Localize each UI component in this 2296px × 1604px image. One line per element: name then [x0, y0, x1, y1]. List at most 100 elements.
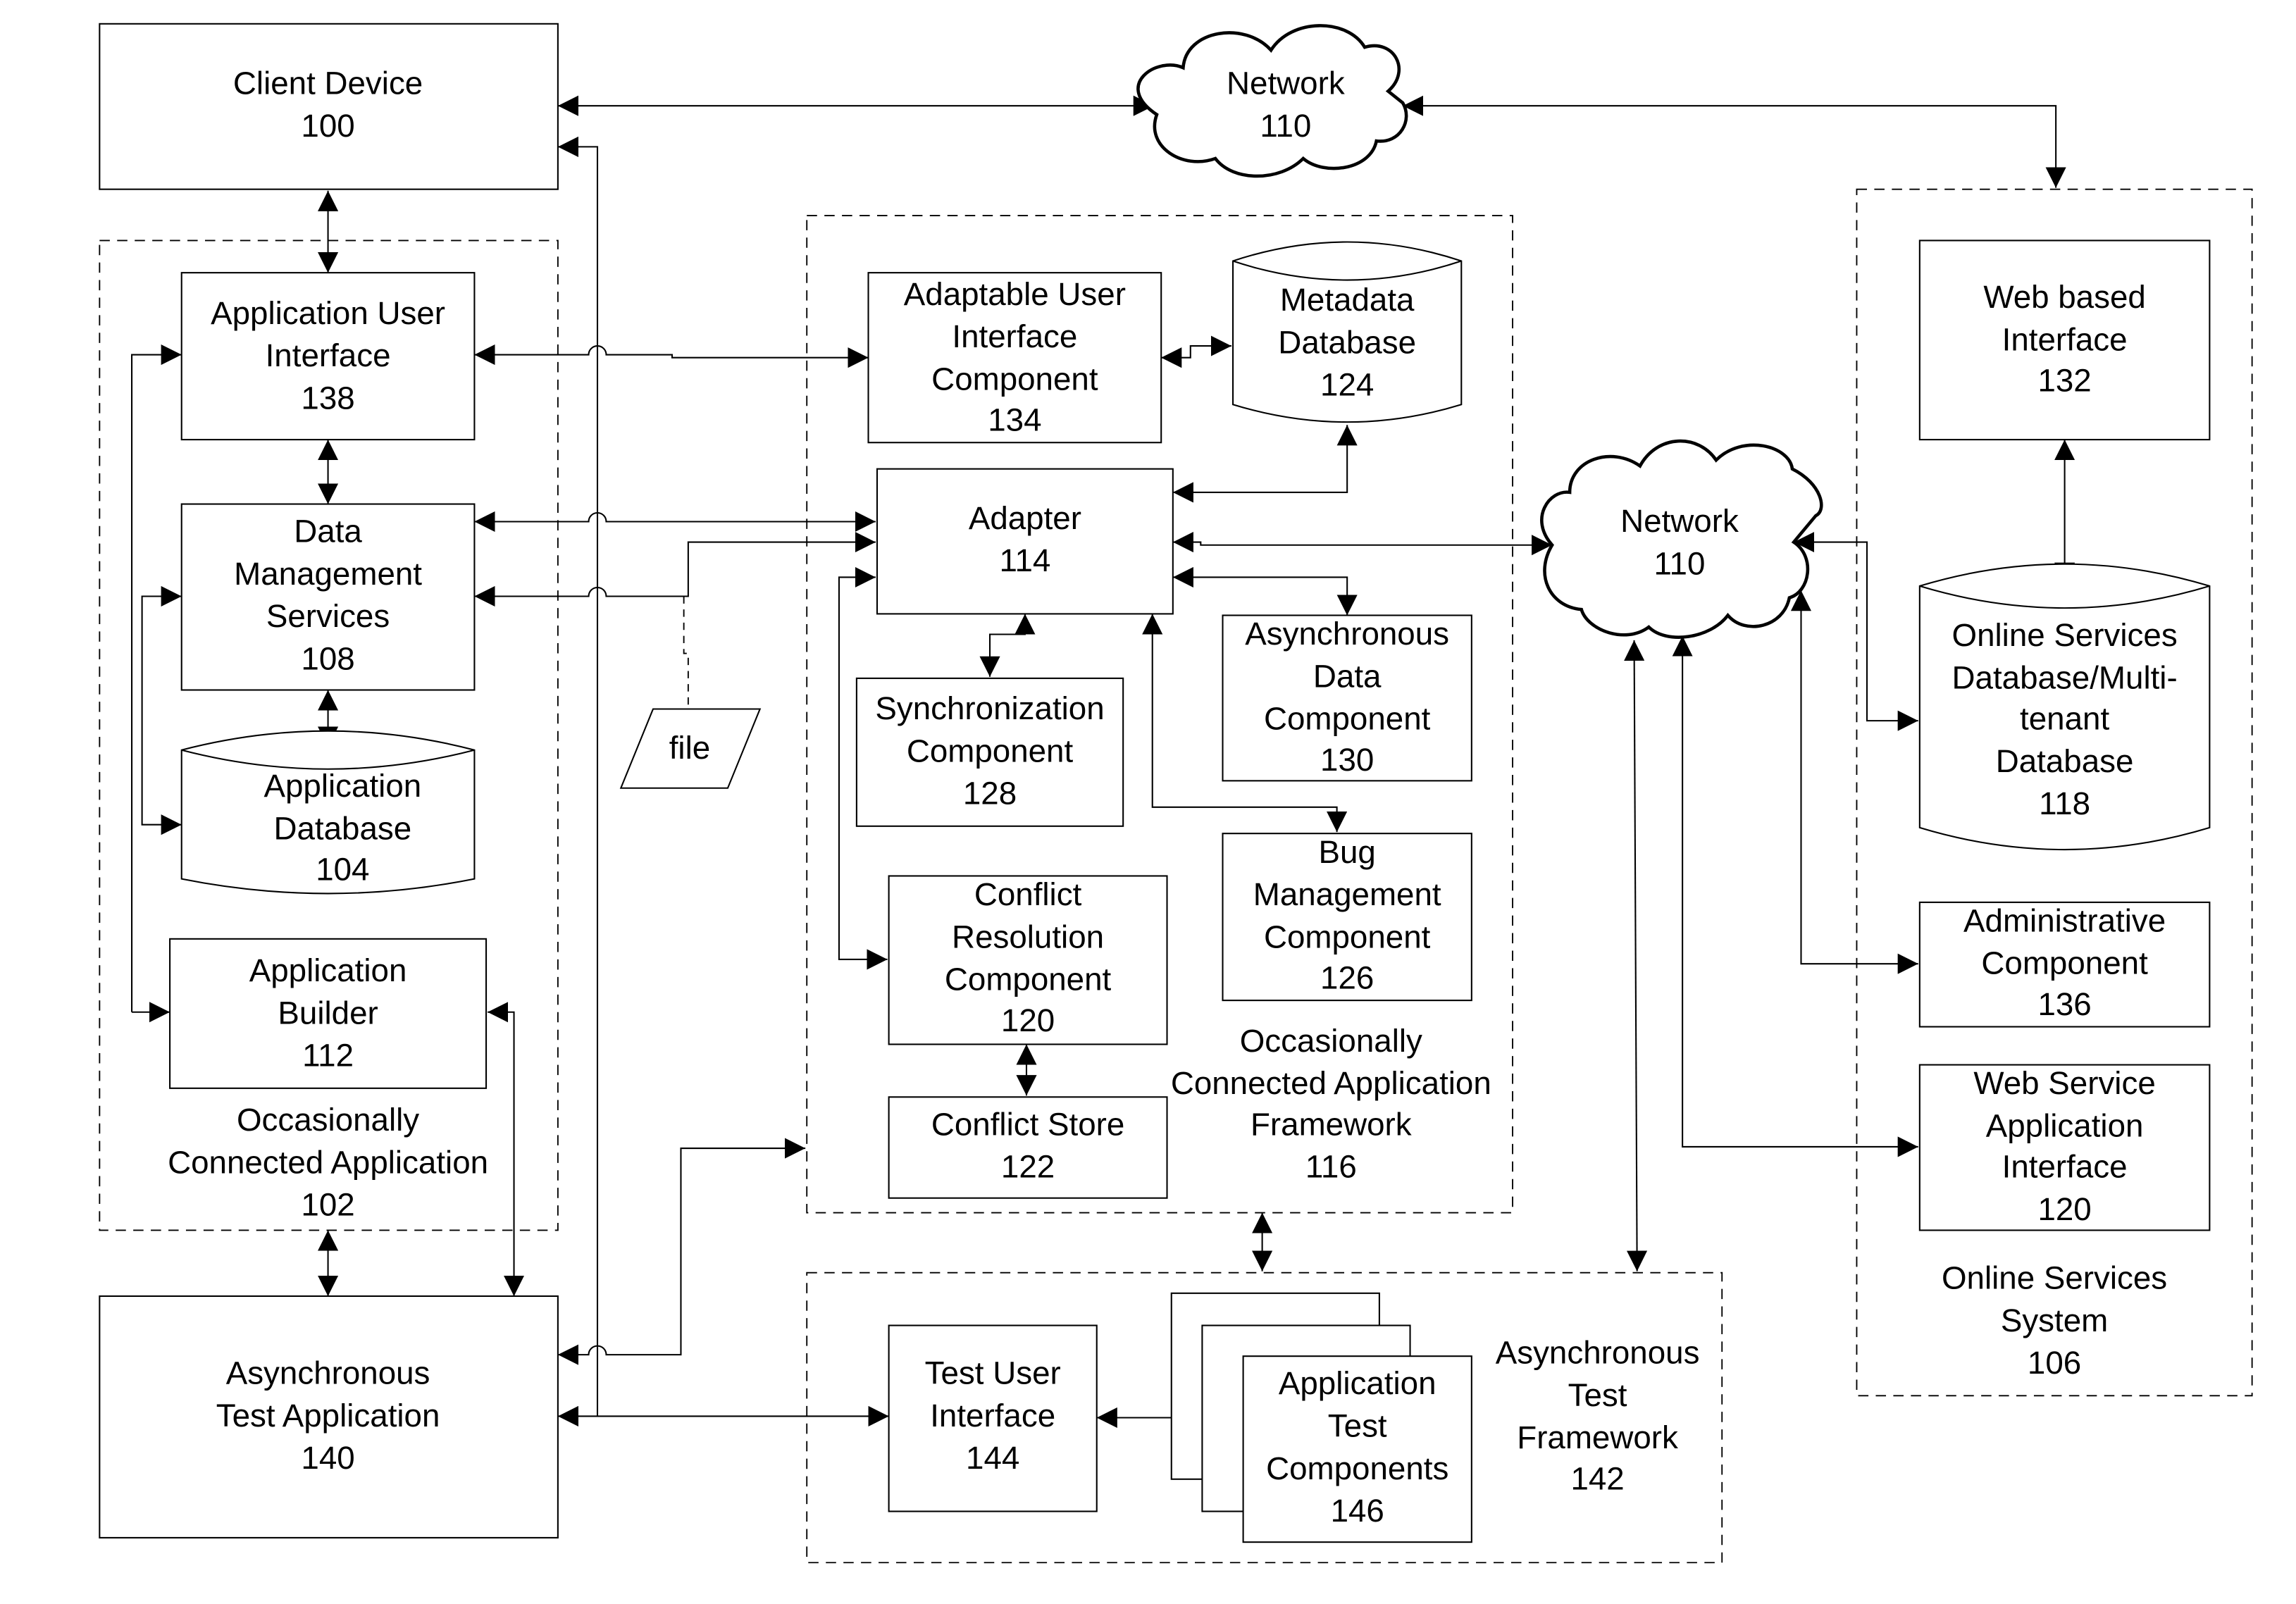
app-test-id: 146: [1331, 1493, 1384, 1529]
edge-dm-appdb-side: [141, 585, 182, 835]
adaptable-ui-id: 134: [988, 402, 1041, 438]
app-builder-id: 112: [302, 1038, 354, 1074]
file-parallelogram[interactable]: file: [619, 708, 762, 789]
oca-id: 102: [301, 1187, 354, 1223]
network-mid-id: 110: [1654, 545, 1706, 581]
ocaf-line1: Occasionally: [1240, 1023, 1422, 1059]
conflict-store-box[interactable]: Conflict Store 122: [888, 1096, 1168, 1199]
conflict-store-id: 122: [1001, 1149, 1055, 1185]
application-user-interface-box[interactable]: Application User Interface 138: [180, 272, 476, 441]
app-db-line2: Database: [273, 811, 411, 847]
async-data-id: 130: [1320, 742, 1374, 778]
async-data-line3: Component: [1264, 701, 1431, 737]
data-mgmt-id: 108: [301, 640, 354, 676]
online-services-system-label: Online Services System 106: [1942, 1260, 2167, 1381]
online-db-line4: Database: [1996, 743, 2134, 779]
conflict-resolution-component-box[interactable]: Conflict Resolution Component 120: [888, 875, 1168, 1045]
client-device-box[interactable]: Client Device 100: [99, 23, 559, 190]
test-user-interface-box[interactable]: Test User Interface 144: [888, 1324, 1098, 1512]
application-database-cylinder[interactable]: Application Database 104: [180, 730, 476, 895]
bug-mgmt-line3: Component: [1264, 919, 1431, 955]
test-ui-line2: Interface: [930, 1398, 1055, 1434]
conflict-res-id: 120: [1001, 1002, 1055, 1038]
application-test-components-stack[interactable]: Application Test Components 146: [1170, 1292, 1472, 1543]
network-mid-label: Network: [1620, 503, 1739, 539]
edge-appui-adaptableui: [474, 344, 869, 368]
adapter-id: 114: [999, 542, 1050, 578]
edge-datamgmt-adapter-2: [474, 532, 876, 607]
adapter-box[interactable]: Adapter 114: [876, 468, 1174, 615]
sync-line2: Component: [907, 733, 1074, 769]
admin-line2: Component: [1981, 945, 2148, 981]
edge-asynctestapp-ocaf: [557, 1138, 806, 1365]
web-service-application-interface-box[interactable]: Web Service Application Interface 120: [1918, 1064, 2211, 1231]
edge-network-atf: [1624, 640, 1648, 1272]
app-test-line2: Test: [1328, 1408, 1387, 1444]
data-management-services-box[interactable]: Data Management Services 108: [180, 503, 476, 691]
ws-api-line3: Interface: [2002, 1149, 2128, 1185]
bug-management-component-box[interactable]: Bug Management Component 126: [1222, 833, 1472, 1002]
test-ui-line1: Test User: [925, 1355, 1061, 1391]
edge-adapter-sync: [979, 614, 1036, 677]
web-ui-line2: Interface: [2002, 321, 2128, 357]
edge-adapter-network: [1172, 532, 1553, 556]
oss-line2: System: [2001, 1303, 2108, 1338]
app-ui-line1: Application User: [211, 295, 445, 331]
app-builder-line1: Application: [249, 952, 407, 988]
ocaf-line3: Framework: [1251, 1106, 1412, 1142]
metadata-db-id: 124: [1320, 367, 1374, 403]
adaptable-ui-line3: Component: [931, 361, 1098, 397]
network-cloud-top: Network 110: [1136, 24, 1408, 178]
oss-line1: Online Services: [1942, 1260, 2167, 1296]
sync-id: 128: [963, 776, 1017, 812]
async-test-app-line2: Test Application: [216, 1398, 440, 1434]
atf-line3: Framework: [1517, 1419, 1678, 1455]
conflict-res-line1: Conflict: [974, 876, 1082, 912]
edge-datamgmt-adapter-1: [474, 511, 876, 533]
asynchronous-test-framework-label: Asynchronous Test Framework 142: [1496, 1335, 1700, 1497]
oca-line1: Occasionally: [237, 1102, 419, 1138]
online-db-line1: Online Services: [1952, 617, 2178, 653]
administrative-component-box[interactable]: Administrative Component 136: [1918, 901, 2211, 1028]
application-builder-box[interactable]: Application Builder 112: [169, 938, 488, 1089]
app-builder-line2: Builder: [278, 995, 378, 1031]
asynchronous-data-component-box[interactable]: Asynchronous Data Component 130: [1222, 614, 1472, 782]
file-label: file: [669, 730, 710, 766]
app-test-line1: Application: [1279, 1365, 1436, 1401]
adaptable-user-interface-component-box[interactable]: Adaptable User Interface Component 134: [867, 272, 1162, 444]
adapter-label: Adapter: [969, 500, 1081, 536]
ocaf-line2: Connected Application: [1171, 1065, 1491, 1101]
async-test-app-id: 140: [301, 1440, 354, 1476]
conflict-store-label: Conflict Store: [931, 1106, 1124, 1142]
conflict-res-line3: Component: [945, 962, 1112, 997]
oca-line2: Connected Application: [168, 1144, 488, 1180]
asynchronous-test-application-box[interactable]: Asynchronous Test Application 140: [99, 1295, 559, 1538]
web-ui-line1: Web based: [1983, 279, 2145, 315]
metadata-database-cylinder[interactable]: Metadata Database 124: [1232, 241, 1463, 423]
edge-network-online-services: [1403, 95, 2066, 188]
edge-network-admin: [1790, 590, 1918, 974]
data-mgmt-line1: Data: [294, 514, 362, 549]
online-db-line3: tenant: [2020, 701, 2109, 737]
online-services-database-cylinder[interactable]: Online Services Database/Multi- tenant D…: [1918, 563, 2211, 851]
data-mgmt-line3: Services: [266, 598, 390, 634]
web-ui-id: 132: [2037, 362, 2091, 398]
client-device-label: Client Device: [233, 66, 423, 101]
atf-id: 142: [1570, 1460, 1624, 1496]
network-cloud-mid: Network 110: [1540, 439, 1823, 639]
client-device-id: 100: [301, 108, 354, 144]
app-ui-id: 138: [301, 380, 354, 416]
web-based-interface-box[interactable]: Web based Interface 132: [1918, 240, 2211, 441]
occasionally-connected-application-framework-label: Occasionally Connected Application Frame…: [1171, 1023, 1491, 1185]
bug-mgmt-line1: Bug: [1318, 834, 1375, 870]
admin-line1: Administrative: [1963, 902, 2166, 938]
edge-adaptableui-metadatadb: [1161, 335, 1231, 368]
ocaf-id: 116: [1305, 1149, 1357, 1185]
synchronization-component-box[interactable]: Synchronization Component 128: [855, 677, 1124, 827]
occasionally-connected-application-label: Occasionally Connected Application 102: [168, 1102, 488, 1223]
ws-api-line2: Application: [1986, 1107, 2144, 1143]
atf-line1: Asynchronous: [1496, 1335, 1700, 1371]
metadata-db-line2: Database: [1278, 324, 1416, 360]
async-data-line1: Asynchronous: [1245, 616, 1449, 652]
async-test-app-line1: Asynchronous: [226, 1355, 430, 1391]
